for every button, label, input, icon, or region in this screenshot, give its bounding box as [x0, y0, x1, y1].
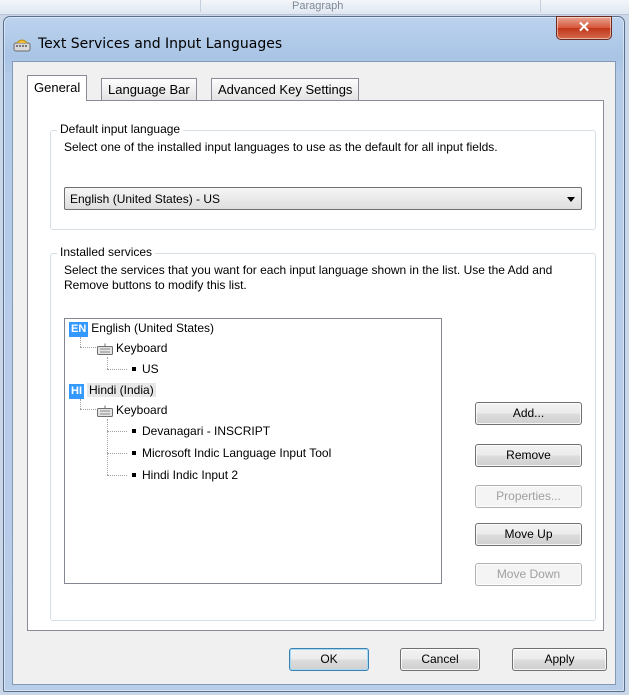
category-label: Keyboard [116, 403, 168, 417]
bullet-icon [132, 450, 136, 455]
cancel-button[interactable]: Cancel [400, 648, 480, 671]
background-ribbon: Paragraph [0, 0, 629, 15]
language-name: Hindi (India) [87, 383, 156, 397]
bullet-icon [132, 428, 136, 433]
service-label: US [142, 362, 159, 376]
selected-language: English (United States) - US [70, 192, 221, 206]
properties-button[interactable]: Properties... [475, 485, 582, 508]
tree-node-service[interactable]: Hindi Indic Input 2 [132, 468, 238, 482]
tree-node-keyboard[interactable]: Keyboard [97, 341, 167, 355]
service-label: Hindi Indic Input 2 [142, 468, 239, 482]
tree-connector [107, 453, 127, 454]
default-language-select[interactable]: English (United States) - US [64, 187, 582, 210]
keyboard-icon [97, 405, 113, 417]
keyboard-app-icon [13, 39, 31, 52]
chevron-down-icon [567, 197, 575, 202]
tree-node-keyboard[interactable]: Keyboard [97, 403, 167, 417]
default-language-group: Default input language Select one of the… [50, 122, 596, 230]
ribbon-group-label: Paragraph [292, 0, 344, 12]
group-legend: Installed services [57, 245, 156, 259]
tree-connector [107, 431, 127, 432]
group-legend: Default input language [57, 122, 184, 136]
ok-button[interactable]: OK [289, 648, 369, 671]
installed-services-group: Installed services Select the services t… [50, 245, 596, 621]
default-language-description: Select one of the installed input langua… [64, 140, 498, 154]
language-badge: EN [69, 322, 89, 337]
ribbon-separator [540, 0, 541, 12]
language-badge: HI [69, 384, 84, 399]
tree-connector [80, 347, 96, 348]
service-label: Microsoft Indic Language Input Tool [142, 446, 332, 460]
tree-connector [80, 399, 81, 409]
close-button[interactable]: ✕ [556, 16, 612, 40]
apply-button[interactable]: Apply [512, 648, 607, 671]
tab-general[interactable]: General [27, 75, 88, 101]
move-down-button[interactable]: Move Down [475, 563, 582, 586]
bullet-icon [132, 366, 136, 371]
services-tree[interactable]: EN English (United States) Keyboard US HI… [64, 318, 442, 584]
tree-connector [107, 419, 108, 475]
tree-node-english[interactable]: EN English (United States) [69, 321, 214, 337]
tree-node-service[interactable]: Devanagari - INSCRIPT [132, 424, 270, 438]
general-tab-panel: Default input language Select one of the… [27, 100, 604, 631]
add-button[interactable]: Add... [475, 402, 582, 425]
remove-button[interactable]: Remove [475, 444, 582, 467]
dialog-client: General Language Bar Advanced Key Settin… [12, 61, 616, 685]
tree-connector [80, 337, 81, 347]
bullet-icon [132, 472, 136, 477]
tree-connector [107, 369, 127, 370]
move-up-button[interactable]: Move Up [475, 523, 582, 546]
tree-connector [107, 357, 108, 369]
tree-node-service[interactable]: US [132, 362, 159, 376]
tree-connector [80, 409, 96, 410]
ribbon-separator [200, 0, 201, 12]
tree-node-hindi[interactable]: HI Hindi (India) [69, 383, 156, 399]
close-icon: ✕ [577, 19, 591, 36]
tab-language-bar[interactable]: Language Bar [101, 78, 197, 100]
tab-label: General [34, 80, 81, 95]
dialog-window: Text Services and Input Languages ✕ Gene… [3, 16, 625, 692]
tree-node-service[interactable]: Microsoft Indic Language Input Tool [132, 446, 331, 460]
language-name: English (United States) [91, 321, 215, 335]
service-label: Devanagari - INSCRIPT [142, 424, 271, 438]
installed-services-description: Select the services that you want for ea… [64, 263, 553, 292]
tab-advanced-key-settings[interactable]: Advanced Key Settings [211, 78, 360, 100]
tree-connector [107, 475, 127, 476]
dialog-title: Text Services and Input Languages [38, 36, 283, 52]
tab-label: Language Bar [108, 82, 190, 97]
tab-label: Advanced Key Settings [218, 82, 353, 97]
category-label: Keyboard [116, 341, 168, 355]
keyboard-icon [97, 343, 113, 355]
